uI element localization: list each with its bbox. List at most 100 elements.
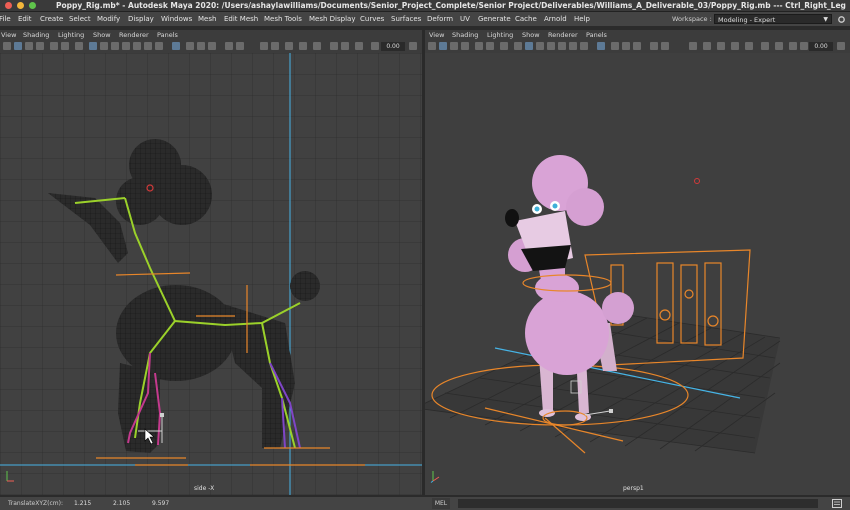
translate-z-value[interactable]: 9.597 [152, 497, 169, 510]
smooth-shade-icon[interactable] [525, 42, 533, 50]
persp-viewport-canvas[interactable] [425, 53, 850, 495]
lights-icon[interactable] [122, 42, 130, 50]
menu-surfaces[interactable]: Surfaces [391, 12, 421, 26]
workspace-dropdown[interactable]: Modeling - Expert ▼ [714, 14, 832, 24]
grid-icon[interactable] [61, 42, 69, 50]
resolution-gate-icon[interactable] [355, 42, 363, 50]
left-menu-show[interactable]: Show [93, 30, 111, 40]
xray-joints-icon[interactable] [622, 42, 630, 50]
left-menu-panels[interactable]: Panels [157, 30, 178, 40]
menu-uv[interactable]: UV [460, 12, 470, 26]
color-mgmt-icon[interactable] [717, 42, 725, 50]
grid-icon[interactable] [486, 42, 494, 50]
gate-mask-icon[interactable] [236, 42, 244, 50]
exposure-field[interactable]: 0.00 [809, 42, 833, 51]
shadows-icon[interactable] [558, 42, 566, 50]
minimize-window-button[interactable] [17, 2, 24, 9]
menu-deform[interactable]: Deform [427, 12, 453, 26]
close-window-button[interactable] [5, 2, 12, 9]
right-menu-view[interactable]: View [429, 30, 444, 40]
image-plane-icon[interactable] [50, 42, 58, 50]
camera-icon[interactable] [3, 42, 11, 50]
menu-windows[interactable]: Windows [161, 12, 192, 26]
left-menu-renderer[interactable]: Renderer [119, 30, 149, 40]
mel-toggle[interactable]: MEL [432, 498, 450, 509]
textured-icon[interactable] [536, 42, 544, 50]
menu-display[interactable]: Display [128, 12, 154, 26]
menu-modify[interactable]: Modify [97, 12, 120, 26]
side-viewport[interactable]: side -X [0, 53, 422, 495]
menu-cache[interactable]: Cache [515, 12, 537, 26]
lock-camera-icon[interactable] [25, 42, 33, 50]
render-view-icon[interactable] [745, 42, 753, 50]
wireframe-on-shaded-icon[interactable] [341, 42, 349, 50]
left-menu-view[interactable]: View [1, 30, 16, 40]
menu-edit[interactable]: Edit [18, 12, 32, 26]
menu-select[interactable]: Select [69, 12, 91, 26]
menu-file[interactable]: File [0, 12, 11, 26]
xray-joints-icon[interactable] [197, 42, 205, 50]
exposure-icon[interactable] [260, 42, 268, 50]
menu-arnold[interactable]: Arnold [544, 12, 567, 26]
exposure-field[interactable]: 0.00 [381, 42, 405, 51]
zoom-window-button[interactable] [29, 2, 36, 9]
right-menu-panels[interactable]: Panels [586, 30, 607, 40]
two-sided-icon[interactable] [330, 42, 338, 50]
select-camera-icon[interactable] [439, 42, 447, 50]
menu-edit-mesh[interactable]: Edit Mesh [224, 12, 258, 26]
backface-icon[interactable] [208, 42, 216, 50]
isolate-icon[interactable] [597, 42, 605, 50]
gate-mask-icon[interactable] [661, 42, 669, 50]
right-menu-show[interactable]: Show [522, 30, 540, 40]
ao-icon[interactable] [569, 42, 577, 50]
backface-icon[interactable] [633, 42, 641, 50]
motion-blur-icon[interactable] [155, 42, 163, 50]
panel-options-icon[interactable] [409, 42, 417, 50]
shadows-icon[interactable] [133, 42, 141, 50]
persp-viewport[interactable]: persp1 [425, 53, 850, 495]
exposure-sun-icon[interactable] [800, 42, 808, 50]
left-menu-lighting[interactable]: Lighting [58, 30, 84, 40]
gear-icon[interactable] [837, 15, 846, 24]
film-gate-icon[interactable] [500, 42, 508, 50]
ssao-icon[interactable] [299, 42, 307, 50]
panel-options-icon[interactable] [837, 42, 845, 50]
wireframe-on-shaded-icon[interactable] [775, 42, 783, 50]
resolution-gate-icon[interactable] [789, 42, 797, 50]
right-menu-renderer[interactable]: Renderer [548, 30, 578, 40]
color-mgmt-icon[interactable] [285, 42, 293, 50]
motion-blur-icon[interactable] [580, 42, 588, 50]
lock-camera-icon[interactable] [450, 42, 458, 50]
left-menu-shading[interactable]: Shading [23, 30, 49, 40]
render-view-icon[interactable] [313, 42, 321, 50]
wireframe-icon[interactable] [89, 42, 97, 50]
menu-generate[interactable]: Generate [478, 12, 511, 26]
right-menu-lighting[interactable]: Lighting [487, 30, 513, 40]
side-viewport-canvas[interactable] [0, 53, 422, 495]
hud-icon[interactable] [225, 42, 233, 50]
image-plane-icon[interactable] [475, 42, 483, 50]
wireframe-icon[interactable] [514, 42, 522, 50]
ao-icon[interactable] [144, 42, 152, 50]
lights-icon[interactable] [547, 42, 555, 50]
smooth-shade-icon[interactable] [100, 42, 108, 50]
xray-icon[interactable] [186, 42, 194, 50]
menu-mesh-tools[interactable]: Mesh Tools [264, 12, 302, 26]
right-menu-shading[interactable]: Shading [452, 30, 478, 40]
menu-help[interactable]: Help [574, 12, 590, 26]
gamma-icon[interactable] [703, 42, 711, 50]
select-camera-icon[interactable] [14, 42, 22, 50]
xray-icon[interactable] [611, 42, 619, 50]
bookmark-icon[interactable] [461, 42, 469, 50]
textured-icon[interactable] [111, 42, 119, 50]
two-sided-icon[interactable] [761, 42, 769, 50]
exposure-sun-icon[interactable] [371, 42, 379, 50]
translate-x-value[interactable]: 1.215 [74, 497, 91, 510]
exposure-icon[interactable] [689, 42, 697, 50]
menu-create[interactable]: Create [40, 12, 63, 26]
ssao-icon[interactable] [731, 42, 739, 50]
film-gate-icon[interactable] [75, 42, 83, 50]
menu-mesh[interactable]: Mesh [198, 12, 216, 26]
isolate-icon[interactable] [172, 42, 180, 50]
camera-icon[interactable] [428, 42, 436, 50]
